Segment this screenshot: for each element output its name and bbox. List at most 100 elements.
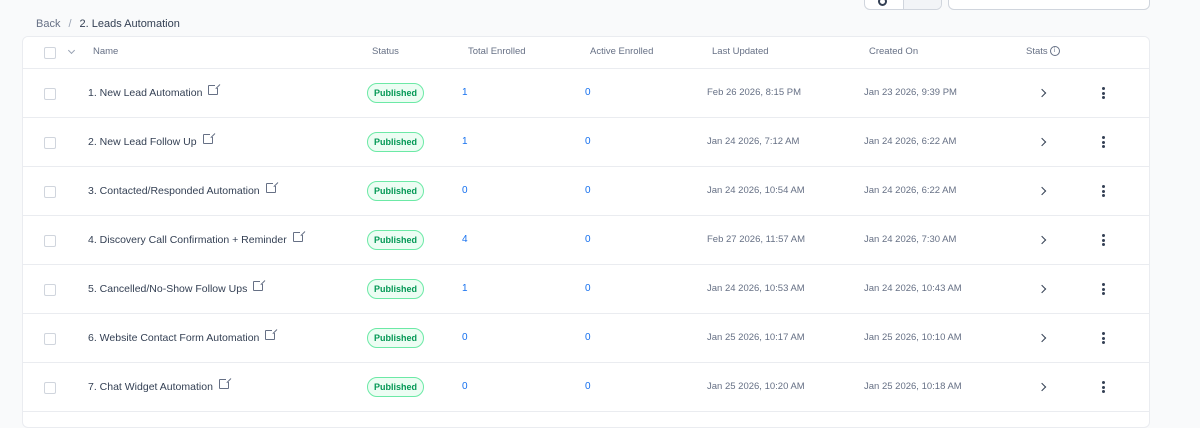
status-badge: Published — [367, 279, 425, 299]
workflow-name: 1. New Lead Automation — [88, 87, 203, 99]
external-link-icon[interactable] — [202, 132, 215, 145]
table-row[interactable]: 7. Chat Widget Automation Published 0 0 … — [23, 363, 1149, 412]
chevron-right-icon[interactable] — [1037, 88, 1047, 98]
row-checkbox[interactable] — [44, 137, 56, 149]
workflow-name-link[interactable]: 3. Contacted/Responded Automation — [88, 167, 278, 215]
breadcrumb-current: 2. Leads Automation — [79, 18, 180, 30]
more-vertical-icon[interactable] — [1099, 185, 1107, 199]
active-enrolled-value[interactable]: 0 — [585, 167, 591, 215]
table-row[interactable]: 4. Discovery Call Confirmation + Reminde… — [23, 216, 1149, 265]
chevron-right-icon[interactable] — [1037, 186, 1047, 196]
view-toggle[interactable] — [864, 0, 942, 10]
view-toggle-option-b[interactable] — [903, 0, 941, 9]
more-vertical-icon[interactable] — [1099, 87, 1107, 101]
column-header-last-updated[interactable]: Last Updated — [712, 37, 769, 68]
circle-icon — [878, 0, 887, 6]
column-header-stats-label: Stats — [1026, 46, 1048, 57]
row-checkbox[interactable] — [44, 88, 56, 100]
chevron-down-icon[interactable] — [67, 46, 76, 55]
external-link-icon[interactable] — [208, 83, 221, 96]
workflow-name: 2. New Lead Follow Up — [88, 136, 197, 148]
table-body: 1. New Lead Automation Published 1 0 Feb… — [23, 69, 1149, 412]
active-enrolled-value[interactable]: 0 — [585, 69, 591, 117]
workflow-name-link[interactable]: 7. Chat Widget Automation — [88, 363, 231, 411]
select-all-checkbox[interactable] — [44, 47, 56, 59]
total-enrolled-value[interactable]: 1 — [462, 69, 468, 117]
row-checkbox[interactable] — [44, 284, 56, 296]
total-enrolled-value[interactable]: 4 — [462, 216, 468, 264]
status-badge: Published — [367, 83, 425, 103]
row-checkbox[interactable] — [44, 186, 56, 198]
created-on-value: Jan 24 2026, 6:22 AM — [864, 185, 957, 196]
last-updated-value: Feb 27 2026, 11:57 AM — [707, 234, 806, 245]
active-enrolled-value[interactable]: 0 — [585, 216, 591, 264]
workflow-name: 3. Contacted/Responded Automation — [88, 185, 260, 197]
breadcrumb: Back / 2. Leads Automation — [36, 16, 180, 32]
workflow-name: 4. Discovery Call Confirmation + Reminde… — [88, 234, 287, 246]
chevron-right-icon[interactable] — [1037, 137, 1047, 147]
total-enrolled-value[interactable]: 0 — [462, 167, 468, 215]
workflow-name-link[interactable]: 5. Cancelled/No-Show Follow Ups — [88, 265, 266, 313]
column-header-status[interactable]: Status — [372, 37, 399, 68]
external-link-icon[interactable] — [265, 181, 278, 194]
breadcrumb-back-link[interactable]: Back — [36, 18, 60, 30]
chevron-right-icon[interactable] — [1037, 333, 1047, 343]
chevron-right-icon[interactable] — [1037, 382, 1047, 392]
external-link-icon[interactable] — [253, 279, 266, 292]
last-updated-value: Jan 25 2026, 10:17 AM — [707, 332, 805, 343]
column-header-name[interactable]: Name — [93, 37, 118, 68]
workflow-name-link[interactable]: 6. Website Contact Form Automation — [88, 314, 278, 362]
total-enrolled-value[interactable]: 1 — [462, 118, 468, 166]
created-on-value: Jan 24 2026, 7:30 AM — [864, 234, 957, 245]
total-enrolled-value[interactable]: 1 — [462, 265, 468, 313]
total-enrolled-value[interactable]: 0 — [462, 363, 468, 411]
more-vertical-icon[interactable] — [1099, 332, 1107, 346]
last-updated-value: Jan 24 2026, 7:12 AM — [707, 136, 800, 147]
created-on-value: Jan 24 2026, 10:43 AM — [864, 283, 962, 294]
table-row[interactable]: 3. Contacted/Responded Automation Publis… — [23, 167, 1149, 216]
row-checkbox[interactable] — [44, 382, 56, 394]
info-icon[interactable]: i — [1049, 46, 1060, 57]
chevron-right-icon[interactable] — [1037, 235, 1047, 245]
external-link-icon[interactable] — [265, 328, 278, 341]
status-badge: Published — [367, 132, 425, 152]
status-badge: Published — [367, 181, 425, 201]
more-vertical-icon[interactable] — [1099, 283, 1107, 297]
workflow-name: 6. Website Contact Form Automation — [88, 332, 260, 344]
status-badge: Published — [367, 377, 425, 397]
last-updated-value: Jan 24 2026, 10:53 AM — [707, 283, 805, 294]
status-badge: Published — [367, 230, 425, 250]
total-enrolled-value[interactable]: 0 — [462, 314, 468, 362]
workflow-name-link[interactable]: 1. New Lead Automation — [88, 69, 221, 117]
table-row[interactable]: 2. New Lead Follow Up Published 1 0 Jan … — [23, 118, 1149, 167]
column-header-stats[interactable]: Stats i — [1026, 37, 1060, 68]
workflow-name-link[interactable]: 4. Discovery Call Confirmation + Reminde… — [88, 216, 305, 264]
row-checkbox[interactable] — [44, 235, 56, 247]
active-enrolled-value[interactable]: 0 — [585, 118, 591, 166]
active-enrolled-value[interactable]: 0 — [585, 363, 591, 411]
more-vertical-icon[interactable] — [1099, 136, 1107, 150]
table-row[interactable]: 1. New Lead Automation Published 1 0 Feb… — [23, 69, 1149, 118]
active-enrolled-value[interactable]: 0 — [585, 265, 591, 313]
chevron-right-icon[interactable] — [1037, 284, 1047, 294]
more-vertical-icon[interactable] — [1099, 234, 1107, 248]
table-row[interactable]: 6. Website Contact Form Automation Publi… — [23, 314, 1149, 363]
external-link-icon[interactable] — [292, 230, 305, 243]
last-updated-value: Jan 24 2026, 10:54 AM — [707, 185, 805, 196]
column-header-active-enrolled[interactable]: Active Enrolled — [590, 37, 653, 68]
column-header-total-enrolled[interactable]: Total Enrolled — [468, 37, 526, 68]
column-header-created-on[interactable]: Created On — [869, 37, 918, 68]
view-toggle-option-a[interactable] — [865, 0, 903, 9]
search-input[interactable] — [948, 0, 1150, 10]
active-enrolled-value[interactable]: 0 — [585, 314, 591, 362]
more-vertical-icon[interactable] — [1099, 381, 1107, 395]
last-updated-value: Feb 26 2026, 8:15 PM — [707, 87, 802, 98]
status-badge: Published — [367, 328, 425, 348]
created-on-value: Jan 25 2026, 10:18 AM — [864, 381, 962, 392]
table-row[interactable]: 5. Cancelled/No-Show Follow Ups Publishe… — [23, 265, 1149, 314]
created-on-value: Jan 23 2026, 9:39 PM — [864, 87, 957, 98]
table-header: Name Status Total Enrolled Active Enroll… — [23, 37, 1149, 69]
workflow-name-link[interactable]: 2. New Lead Follow Up — [88, 118, 215, 166]
row-checkbox[interactable] — [44, 333, 56, 345]
external-link-icon[interactable] — [218, 377, 231, 390]
